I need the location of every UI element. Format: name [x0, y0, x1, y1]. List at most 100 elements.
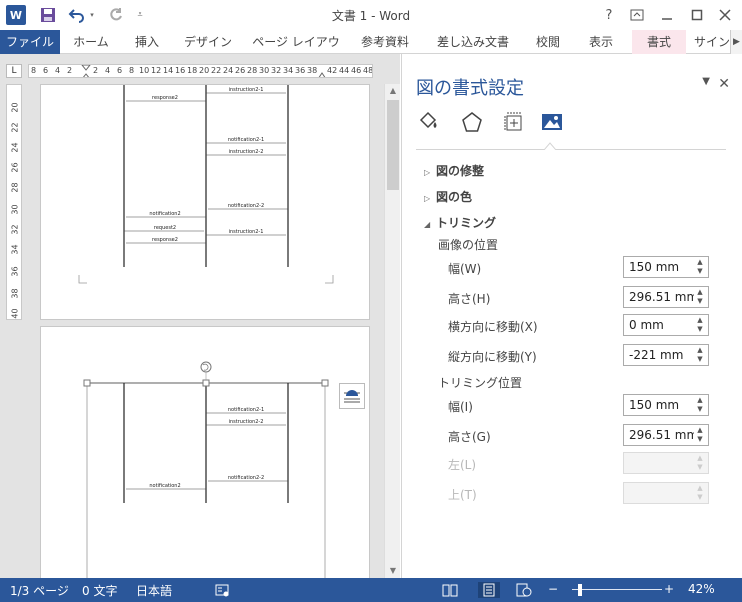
- message-label: notification2-2: [228, 475, 264, 481]
- tab-home[interactable]: ホーム: [66, 30, 116, 54]
- height-spinner[interactable]: ▲▼: [623, 286, 709, 308]
- page-count[interactable]: 1/3 ページ: [10, 582, 69, 599]
- pane-close-icon[interactable]: ✕: [718, 76, 730, 92]
- crop-position-label: トリミング位置: [438, 376, 523, 390]
- tab-design[interactable]: デザイン: [178, 30, 238, 54]
- ruler-label: 44: [339, 66, 350, 75]
- ruler-label: 6: [117, 66, 123, 75]
- offset-x-spinner[interactable]: ▲▼: [623, 314, 709, 336]
- word-count[interactable]: 0 文字: [82, 582, 117, 599]
- section-color[interactable]: ▷ 図の色: [424, 188, 472, 205]
- maximize-icon[interactable]: [686, 5, 708, 25]
- tab-selector[interactable]: L: [6, 64, 22, 78]
- picture-position-label: 画像の位置: [438, 238, 499, 252]
- tab-page-layout[interactable]: ページ レイアウト: [248, 30, 344, 73]
- scroll-down-icon[interactable]: ▼: [385, 564, 400, 578]
- help-button[interactable]: ?: [598, 5, 620, 25]
- ruler-label: 36: [10, 266, 20, 277]
- section-correction[interactable]: ▷ 図の修整: [424, 162, 484, 179]
- crop-top-input[interactable]: [624, 483, 694, 503]
- tab-view[interactable]: 表示: [578, 30, 624, 54]
- tab-insert[interactable]: 挿入: [124, 30, 170, 54]
- tab-references[interactable]: 参考資料: [354, 30, 416, 54]
- section-crop[interactable]: ◢ トリミング: [424, 214, 496, 231]
- print-layout-icon[interactable]: [478, 582, 500, 598]
- tab-review[interactable]: 校閲: [528, 30, 568, 54]
- right-indent-marker-icon[interactable]: [317, 65, 327, 78]
- macro-record-icon[interactable]: [214, 582, 230, 598]
- ruler-label: 4: [55, 66, 61, 75]
- ruler-label: 12: [151, 66, 162, 75]
- ruler-label: 8: [31, 66, 37, 75]
- crop-left-spinner[interactable]: ▲ ▼: [623, 452, 709, 474]
- scroll-thumb[interactable]: [387, 100, 399, 190]
- indent-marker-icon[interactable]: [81, 65, 91, 78]
- width-spinner[interactable]: ▲▼: [623, 256, 709, 278]
- width-input[interactable]: [624, 257, 694, 277]
- spinner-arrows-icon[interactable]: ▲ ▼: [694, 258, 706, 276]
- message-label: response2: [152, 95, 178, 101]
- expand-icon: ▷: [424, 168, 431, 177]
- page-2[interactable]: notification2-1 instruction2-2 notificat…: [40, 326, 370, 578]
- rotate-handle-icon[interactable]: [200, 361, 212, 380]
- zoom-out-button[interactable]: −: [548, 582, 558, 596]
- ruler-label: 18: [187, 66, 198, 75]
- crop-height-input[interactable]: [624, 425, 694, 445]
- zoom-slider-track[interactable]: [572, 589, 662, 590]
- crop-left-input[interactable]: [624, 453, 694, 473]
- offset-x-label: 横方向に移動(X): [448, 320, 538, 334]
- pane-options-icon[interactable]: ▼: [702, 76, 710, 87]
- layout-options-icon[interactable]: [339, 383, 365, 409]
- sequence-diagram-1[interactable]: instruction2-1 response2 notification2-1…: [41, 85, 371, 321]
- fill-line-icon[interactable]: [416, 110, 442, 136]
- crop-width-spinner[interactable]: ▲▼: [623, 394, 709, 416]
- crop-width-input[interactable]: [624, 395, 694, 415]
- offset-y-input[interactable]: [624, 345, 694, 365]
- picture-icon[interactable]: [540, 110, 566, 136]
- ruler-label: 30: [10, 204, 20, 215]
- zoom-slider-thumb[interactable]: [578, 584, 582, 596]
- language-indicator[interactable]: 日本語: [136, 582, 172, 599]
- effects-icon[interactable]: [460, 110, 486, 136]
- ruler-label: 42: [327, 66, 338, 75]
- spinner-arrows-icon[interactable]: ▲ ▼: [694, 426, 706, 444]
- crop-height-spinner[interactable]: ▲▼: [623, 424, 709, 446]
- height-input[interactable]: [624, 287, 694, 307]
- zoom-in-button[interactable]: +: [664, 582, 674, 596]
- spinner-arrows-icon[interactable]: ▲ ▼: [694, 396, 706, 414]
- spinner-arrows-icon[interactable]: ▲ ▼: [694, 484, 706, 502]
- spinner-arrows-icon[interactable]: ▲ ▼: [694, 454, 706, 472]
- scroll-up-icon[interactable]: ▲: [385, 84, 400, 98]
- horizontal-ruler[interactable]: 8 6 4 2 2 4 6 8 10 12 14 16 18 20 22 24 …: [28, 64, 373, 78]
- web-layout-icon[interactable]: [516, 582, 532, 598]
- offset-x-input[interactable]: [624, 315, 694, 335]
- ribbon-scroll-button[interactable]: ▶: [730, 30, 742, 54]
- close-icon[interactable]: [714, 5, 736, 25]
- spinner-arrows-icon[interactable]: ▲ ▼: [694, 288, 706, 306]
- zoom-level[interactable]: 42%: [688, 582, 715, 596]
- section-label: トリミング: [436, 216, 497, 230]
- sequence-diagram-2[interactable]: notification2-1 instruction2-2 notificat…: [41, 327, 371, 578]
- vertical-ruler[interactable]: 20 22 24 26 28 30 32 34 36 38 40: [6, 84, 22, 320]
- layout-size-icon[interactable]: [502, 110, 528, 136]
- ruler-label: 6: [43, 66, 49, 75]
- tab-format[interactable]: 書式: [632, 30, 686, 54]
- spinner-arrows-icon[interactable]: ▲ ▼: [694, 346, 706, 364]
- ruler-label: 10: [139, 66, 150, 75]
- message-label: instruction2-2: [229, 149, 264, 155]
- crop-width-label: 幅(I): [448, 400, 473, 414]
- minimize-icon[interactable]: [656, 5, 678, 25]
- section-label: 図の修整: [436, 164, 485, 178]
- ruler-label: 38: [10, 288, 20, 299]
- tab-sign[interactable]: サイン: [694, 30, 730, 54]
- read-mode-icon[interactable]: [442, 582, 458, 598]
- crop-top-spinner[interactable]: ▲ ▼: [623, 482, 709, 504]
- tab-mailings[interactable]: 差し込み文書: [426, 30, 520, 54]
- ribbon-display-icon[interactable]: [626, 5, 648, 25]
- spinner-arrows-icon[interactable]: ▲ ▼: [694, 316, 706, 334]
- vertical-scrollbar[interactable]: ▲ ▼: [384, 84, 400, 578]
- tab-file[interactable]: ファイル: [0, 30, 60, 54]
- offset-y-spinner[interactable]: ▲▼: [623, 344, 709, 366]
- ruler-label: 48: [363, 66, 373, 75]
- page-1[interactable]: instruction2-1 response2 notification2-1…: [40, 84, 370, 320]
